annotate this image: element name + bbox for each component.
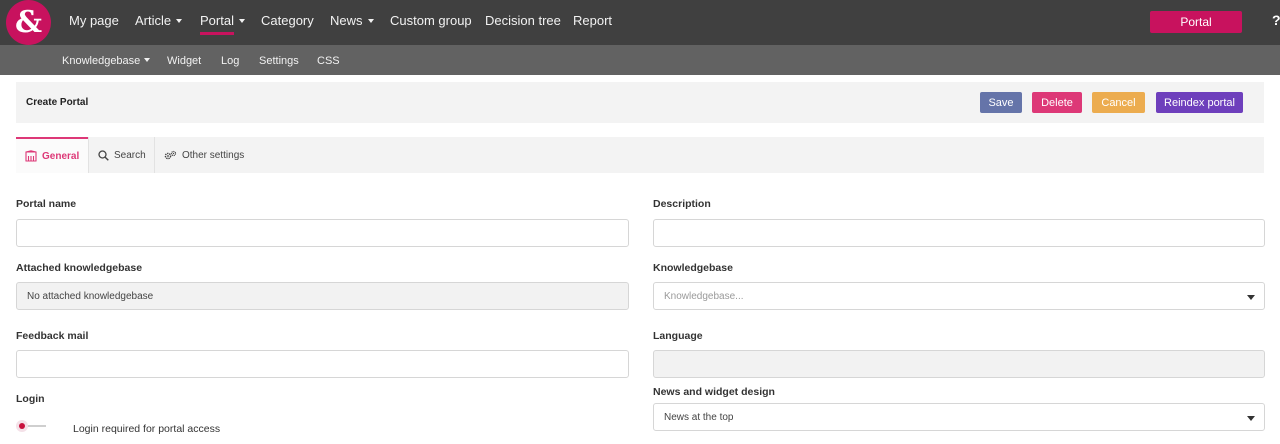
nav-article-label: Article	[135, 13, 172, 28]
subnav-log[interactable]: Log	[221, 55, 239, 67]
description-label: Description	[653, 198, 711, 210]
nav-portal-label: Portal	[200, 13, 234, 28]
nav-custom-group-label: Custom group	[390, 13, 472, 28]
nav-report[interactable]: Report	[573, 13, 612, 28]
gears-icon	[164, 150, 177, 159]
search-icon	[98, 149, 109, 161]
portal-name-input[interactable]	[16, 219, 629, 247]
portal-button[interactable]: Portal	[1150, 11, 1242, 33]
nav-news-label: News	[330, 13, 363, 28]
subnav-log-label: Log	[221, 55, 240, 67]
subnav-widget[interactable]: Widget	[167, 55, 201, 67]
tab-bar: General Search Other settings	[16, 137, 1264, 173]
delete-button[interactable]: Delete	[1032, 92, 1082, 113]
nav-decision-tree-label: Decision tree	[485, 13, 561, 28]
nav-report-label: Report	[573, 13, 613, 28]
news-widget-design-label: News and widget design	[653, 386, 775, 398]
tab-general[interactable]: General	[16, 137, 88, 173]
attached-knowledgebase-field: No attached knowledgebase	[16, 282, 629, 310]
page-header: Create Portal Save Delete Cancel Reindex…	[16, 82, 1264, 123]
building-icon	[25, 150, 37, 162]
nav-category-label: Category	[261, 13, 314, 28]
nav-article[interactable]: Article	[135, 13, 183, 28]
subnav-settings-label: Settings	[259, 55, 299, 67]
news-widget-design-select[interactable]: News at the top	[653, 403, 1265, 431]
chevron-down-icon	[176, 18, 183, 23]
login-label: Login	[16, 393, 45, 405]
feedback-mail-label: Feedback mail	[16, 330, 89, 342]
nav-my-page-label: My page	[69, 13, 119, 28]
knowledgebase-select-placeholder: Knowledgebase...	[664, 290, 744, 302]
tab-search-label: Search	[114, 149, 146, 161]
language-field	[653, 350, 1265, 378]
nav-portal[interactable]: Portal	[200, 13, 245, 28]
top-navigation-bar: & My page Article Portal Category News C…	[0, 0, 1280, 45]
chevron-down-icon	[238, 18, 245, 23]
news-widget-design-value: News at the top	[664, 411, 734, 423]
subnav-settings[interactable]: Settings	[259, 55, 299, 67]
login-required-label: Login required for portal access	[73, 423, 221, 435]
page-title: Create Portal	[26, 97, 89, 108]
knowledgebase-select[interactable]: Knowledgebase...	[653, 282, 1265, 310]
tab-search[interactable]: Search	[88, 137, 154, 173]
portal-name-label: Portal name	[16, 198, 77, 210]
language-label: Language	[653, 330, 703, 342]
nav-custom-group[interactable]: Custom group	[390, 13, 472, 28]
toggle-knob	[16, 420, 28, 432]
sub-navigation-bar: Knowledgebase Widget Log Settings CSS	[0, 45, 1280, 75]
subnav-css-label: CSS	[317, 55, 340, 67]
logo-ampersand: &	[14, 4, 43, 40]
attached-knowledgebase-label: Attached knowledgebase	[16, 262, 143, 274]
tab-other-settings[interactable]: Other settings	[154, 137, 254, 173]
nav-news[interactable]: News	[330, 13, 374, 28]
nav-category[interactable]: Category	[261, 13, 314, 28]
knowledgebase-label: Knowledgebase	[653, 262, 733, 274]
chevron-down-icon	[144, 58, 151, 63]
save-button[interactable]: Save	[980, 92, 1022, 113]
description-input[interactable]	[653, 219, 1265, 247]
nav-my-page[interactable]: My page	[69, 13, 119, 28]
subnav-widget-label: Widget	[167, 55, 202, 67]
reindex-portal-button[interactable]: Reindex portal	[1156, 92, 1243, 113]
caret-down-icon	[1247, 295, 1255, 300]
app-logo[interactable]: &	[6, 0, 51, 45]
subnav-css[interactable]: CSS	[317, 55, 340, 67]
feedback-mail-input[interactable]	[16, 350, 629, 378]
login-required-toggle[interactable]	[16, 420, 46, 432]
caret-down-icon	[1247, 416, 1255, 421]
tab-general-label: General	[42, 150, 80, 162]
chevron-down-icon	[367, 18, 374, 23]
subnav-knowledgebase[interactable]: Knowledgebase	[62, 55, 151, 67]
nav-active-indicator	[200, 32, 234, 35]
cancel-button[interactable]: Cancel	[1092, 92, 1145, 113]
tab-other-settings-label: Other settings	[182, 149, 245, 161]
help-icon[interactable]: ?	[1272, 12, 1280, 28]
nav-decision-tree[interactable]: Decision tree	[485, 13, 561, 28]
subnav-knowledgebase-label: Knowledgebase	[62, 55, 141, 67]
